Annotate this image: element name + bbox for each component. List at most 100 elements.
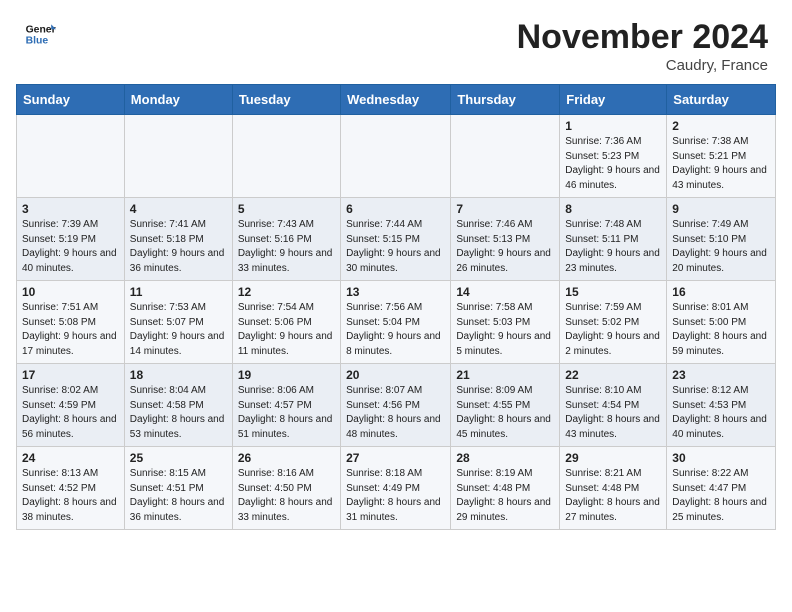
day-info: Sunrise: 7:36 AMSunset: 5:23 PMDaylight:… [565, 135, 661, 193]
calendar-cell: 9Sunrise: 7:49 AMSunset: 5:10 PMDaylight… [667, 198, 776, 281]
day-number: 16 [672, 285, 770, 299]
day-info: Sunrise: 7:53 AMSunset: 5:07 PMDaylight:… [130, 301, 227, 359]
day-info: Sunrise: 8:19 AMSunset: 4:48 PMDaylight:… [456, 467, 554, 525]
day-number: 11 [130, 285, 227, 299]
logo-icon: General Blue [24, 18, 56, 50]
day-number: 21 [456, 368, 554, 382]
day-info: Sunrise: 7:41 AMSunset: 5:18 PMDaylight:… [130, 218, 227, 276]
day-number: 14 [456, 285, 554, 299]
day-info: Sunrise: 7:38 AMSunset: 5:21 PMDaylight:… [672, 135, 770, 193]
day-number: 6 [346, 202, 445, 216]
day-number: 12 [238, 285, 335, 299]
calendar-cell: 14 Sunrise: 7:58 AMSunset: 5:03 PMDayligh… [451, 281, 560, 364]
day-number: 2 [672, 119, 770, 133]
calendar-cell: 15 Sunrise: 7:59 AMSunset: 5:02 PMDayligh… [560, 281, 667, 364]
day-info: Sunrise: 7:43 AMSunset: 5:16 PMDaylight:… [238, 218, 335, 276]
day-number: 25 [130, 451, 227, 465]
week-row-1: 1 Sunrise: 7:36 AMSunset: 5:23 PMDaylight… [17, 115, 776, 198]
weekday-header-sunday: Sunday [17, 85, 125, 115]
calendar-cell: 28 Sunrise: 8:19 AMSunset: 4:48 PMDayligh… [451, 447, 560, 530]
calendar-cell: 3Sunrise: 7:39 AMSunset: 5:19 PMDaylight… [17, 198, 125, 281]
calendar-cell: 13Sunrise: 7:56 AMSunset: 5:04 PMDayligh… [341, 281, 451, 364]
calendar-cell: 22 Sunrise: 8:10 AMSunset: 4:54 PMDayligh… [560, 364, 667, 447]
calendar-cell: 16 Sunrise: 8:01 AMSunset: 5:00 PMDayligh… [667, 281, 776, 364]
calendar-cell: 21 Sunrise: 8:09 AMSunset: 4:55 PMDayligh… [451, 364, 560, 447]
day-info: Sunrise: 8:09 AMSunset: 4:55 PMDaylight:… [456, 384, 554, 442]
week-row-4: 17 Sunrise: 8:02 AMSunset: 4:59 PMDayligh… [17, 364, 776, 447]
calendar-body: 1 Sunrise: 7:36 AMSunset: 5:23 PMDaylight… [17, 115, 776, 530]
day-info: Sunrise: 8:18 AMSunset: 4:49 PMDaylight:… [346, 467, 445, 525]
day-number: 15 [565, 285, 661, 299]
day-info: Sunrise: 7:44 AMSunset: 5:15 PMDaylight:… [346, 218, 445, 276]
day-info: Sunrise: 8:01 AMSunset: 5:00 PMDaylight:… [672, 301, 770, 359]
day-number: 1 [565, 119, 661, 133]
calendar-cell: 23 Sunrise: 8:12 AMSunset: 4:53 PMDayligh… [667, 364, 776, 447]
calendar-table: SundayMondayTuesdayWednesdayThursdayFrid… [16, 84, 776, 530]
calendar-cell: 24 Sunrise: 8:13 AMSunset: 4:52 PMDayligh… [17, 447, 125, 530]
calendar-cell: 19Sunrise: 8:06 AMSunset: 4:57 PMDayligh… [232, 364, 340, 447]
week-row-5: 24 Sunrise: 8:13 AMSunset: 4:52 PMDayligh… [17, 447, 776, 530]
calendar-cell: 11 Sunrise: 7:53 AMSunset: 5:07 PMDayligh… [124, 281, 232, 364]
weekday-header-saturday: Saturday [667, 85, 776, 115]
calendar-cell: 7Sunrise: 7:46 AMSunset: 5:13 PMDaylight… [451, 198, 560, 281]
day-number: 8 [565, 202, 661, 216]
day-number: 22 [565, 368, 661, 382]
calendar-cell [451, 115, 560, 198]
day-number: 28 [456, 451, 554, 465]
calendar-cell: 26 Sunrise: 8:16 AMSunset: 4:50 PMDayligh… [232, 447, 340, 530]
calendar-cell [17, 115, 125, 198]
day-info: Sunrise: 8:13 AMSunset: 4:52 PMDaylight:… [22, 467, 119, 525]
calendar-cell: 8 Sunrise: 7:48 AMSunset: 5:11 PMDaylight… [560, 198, 667, 281]
day-info: Sunrise: 7:48 AMSunset: 5:11 PMDaylight:… [565, 218, 661, 276]
day-info: Sunrise: 7:56 AMSunset: 5:04 PMDaylight:… [346, 301, 445, 359]
weekday-header-monday: Monday [124, 85, 232, 115]
calendar-cell: 17 Sunrise: 8:02 AMSunset: 4:59 PMDayligh… [17, 364, 125, 447]
day-info: Sunrise: 8:10 AMSunset: 4:54 PMDaylight:… [565, 384, 661, 442]
weekday-header-friday: Friday [560, 85, 667, 115]
day-info: Sunrise: 7:51 AMSunset: 5:08 PMDaylight:… [22, 301, 119, 359]
day-number: 27 [346, 451, 445, 465]
day-info: Sunrise: 8:12 AMSunset: 4:53 PMDaylight:… [672, 384, 770, 442]
calendar-cell: 25 Sunrise: 8:15 AMSunset: 4:51 PMDayligh… [124, 447, 232, 530]
day-info: Sunrise: 8:07 AMSunset: 4:56 PMDaylight:… [346, 384, 445, 442]
calendar-cell: 10 Sunrise: 7:51 AMSunset: 5:08 PMDayligh… [17, 281, 125, 364]
day-number: 19 [238, 368, 335, 382]
calendar-cell: 20 Sunrise: 8:07 AMSunset: 4:56 PMDayligh… [341, 364, 451, 447]
day-number: 3 [22, 202, 119, 216]
page-header: General Blue November 2024 Caudry, Franc… [0, 0, 792, 84]
calendar-cell: 18Sunrise: 8:04 AMSunset: 4:58 PMDayligh… [124, 364, 232, 447]
day-number: 26 [238, 451, 335, 465]
day-number: 7 [456, 202, 554, 216]
day-info: Sunrise: 7:59 AMSunset: 5:02 PMDaylight:… [565, 301, 661, 359]
calendar-header: SundayMondayTuesdayWednesdayThursdayFrid… [17, 85, 776, 115]
calendar-cell: 5 Sunrise: 7:43 AMSunset: 5:16 PMDaylight… [232, 198, 340, 281]
weekday-row: SundayMondayTuesdayWednesdayThursdayFrid… [17, 85, 776, 115]
day-number: 5 [238, 202, 335, 216]
calendar-cell: 29Sunrise: 8:21 AMSunset: 4:48 PMDayligh… [560, 447, 667, 530]
day-number: 17 [22, 368, 119, 382]
calendar-cell: 12 Sunrise: 7:54 AMSunset: 5:06 PMDayligh… [232, 281, 340, 364]
day-info: Sunrise: 8:16 AMSunset: 4:50 PMDaylight:… [238, 467, 335, 525]
calendar-cell: 6 Sunrise: 7:44 AMSunset: 5:15 PMDaylight… [341, 198, 451, 281]
logo: General Blue [24, 18, 56, 50]
day-number: 10 [22, 285, 119, 299]
svg-text:Blue: Blue [26, 36, 49, 47]
day-number: 9 [672, 202, 770, 216]
day-number: 29 [565, 451, 661, 465]
day-info: Sunrise: 8:02 AMSunset: 4:59 PMDaylight:… [22, 384, 119, 442]
day-number: 18 [130, 368, 227, 382]
calendar-cell [232, 115, 340, 198]
calendar-cell [124, 115, 232, 198]
day-info: Sunrise: 7:54 AMSunset: 5:06 PMDaylight:… [238, 301, 335, 359]
weekday-header-tuesday: Tuesday [232, 85, 340, 115]
day-number: 23 [672, 368, 770, 382]
day-info: Sunrise: 7:58 AMSunset: 5:03 PMDaylight:… [456, 301, 554, 359]
day-number: 20 [346, 368, 445, 382]
week-row-3: 10 Sunrise: 7:51 AMSunset: 5:08 PMDayligh… [17, 281, 776, 364]
calendar-cell [341, 115, 451, 198]
calendar-cell: 30Sunrise: 8:22 AMSunset: 4:47 PMDayligh… [667, 447, 776, 530]
day-info: Sunrise: 8:22 AMSunset: 4:47 PMDaylight:… [672, 467, 770, 525]
day-info: Sunrise: 8:15 AMSunset: 4:51 PMDaylight:… [130, 467, 227, 525]
calendar-cell: 2 Sunrise: 7:38 AMSunset: 5:21 PMDaylight… [667, 115, 776, 198]
day-number: 24 [22, 451, 119, 465]
